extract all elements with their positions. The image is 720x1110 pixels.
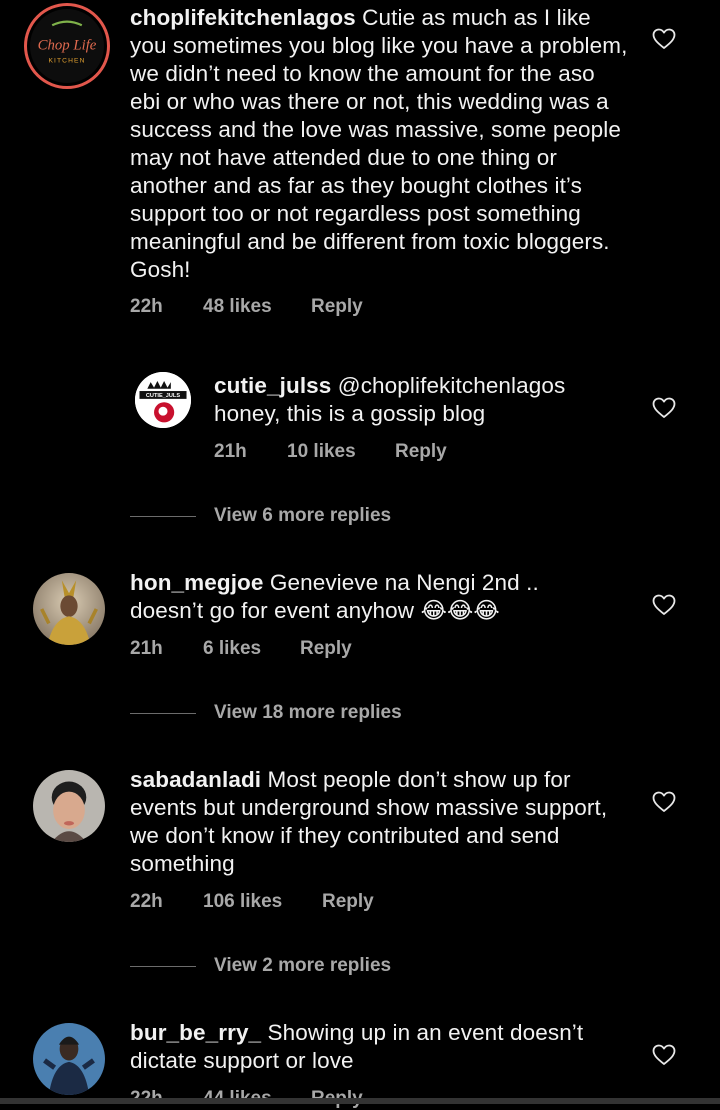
svg-text:Chop Life: Chop Life	[38, 38, 97, 54]
divider	[130, 712, 196, 714]
avatar[interactable]: Chop Life KITCHEN	[24, 3, 110, 89]
username[interactable]: bur_be_rry_	[130, 1020, 261, 1045]
cutie-julss-logo: CUTIE_JULS	[135, 372, 191, 428]
like-button[interactable]	[652, 1044, 676, 1066]
like-button[interactable]	[652, 594, 676, 616]
reply-button[interactable]: Reply	[395, 441, 447, 463]
heart-outline-icon	[652, 594, 676, 615]
comment-text: cutie_julss @choplifekitchenlagos honey,…	[214, 372, 614, 428]
heart-outline-icon	[652, 1044, 676, 1065]
timestamp: 22h	[130, 891, 163, 912]
reply-button[interactable]: Reply	[311, 296, 363, 318]
likes-count[interactable]: 106 likes	[203, 891, 322, 913]
comment-text: sabadanladi Most people don’t show up fo…	[130, 766, 630, 878]
timestamp: 21h	[214, 441, 247, 462]
avatar[interactable]	[33, 573, 105, 645]
username[interactable]: hon_megjoe	[130, 570, 264, 595]
reply-button[interactable]: Reply	[322, 891, 374, 913]
avatar[interactable]	[33, 770, 105, 842]
like-button[interactable]	[652, 28, 676, 50]
likes-count[interactable]: 48 likes	[203, 296, 311, 318]
svg-text:CUTIE_JULS: CUTIE_JULS	[146, 393, 180, 399]
comment-body: Cutie as much as I like you sometimes yo…	[130, 5, 628, 282]
view-more-replies[interactable]: View 18 more replies	[130, 700, 402, 726]
user-photo	[33, 770, 105, 842]
svg-text:KITCHEN: KITCHEN	[49, 57, 86, 64]
reply-button[interactable]: Reply	[300, 638, 352, 660]
username[interactable]: choplifekitchenlagos	[130, 5, 356, 30]
divider	[130, 965, 196, 967]
view-more-replies[interactable]: View 6 more replies	[130, 503, 391, 529]
comment-meta: 21h 10 likes Reply	[214, 441, 447, 463]
comment-meta: 21h 6 likes Reply	[130, 638, 352, 660]
timestamp: 22h	[130, 296, 163, 317]
avatar[interactable]: CUTIE_JULS	[135, 372, 191, 428]
view-more-replies[interactable]: View 2 more replies	[130, 953, 391, 979]
username[interactable]: sabadanladi	[130, 767, 261, 792]
comment-meta: 22h 106 likes Reply	[130, 891, 374, 913]
comment-text: choplifekitchenlagos Cutie as much as I …	[130, 4, 630, 284]
heart-outline-icon	[652, 397, 676, 418]
bottom-edge-bar	[0, 1098, 720, 1104]
choplife-logo: Chop Life KITCHEN	[30, 9, 104, 83]
like-button[interactable]	[652, 397, 676, 419]
avatar[interactable]	[33, 1023, 105, 1095]
user-photo	[33, 573, 105, 645]
divider	[130, 515, 196, 517]
username[interactable]: cutie_julss	[214, 373, 331, 398]
like-button[interactable]	[652, 791, 676, 813]
heart-outline-icon	[652, 28, 676, 49]
likes-count[interactable]: 10 likes	[287, 441, 395, 463]
user-photo	[33, 1023, 105, 1095]
comment-meta: 22h 48 likes Reply	[130, 296, 363, 318]
comment-text: bur_be_rry_ Showing up in an event doesn…	[130, 1019, 630, 1075]
comment-text: hon_megjoe Genevieve na Nengi 2nd .. doe…	[130, 569, 560, 625]
heart-outline-icon	[652, 791, 676, 812]
timestamp: 21h	[130, 638, 163, 659]
likes-count[interactable]: 6 likes	[203, 638, 300, 660]
